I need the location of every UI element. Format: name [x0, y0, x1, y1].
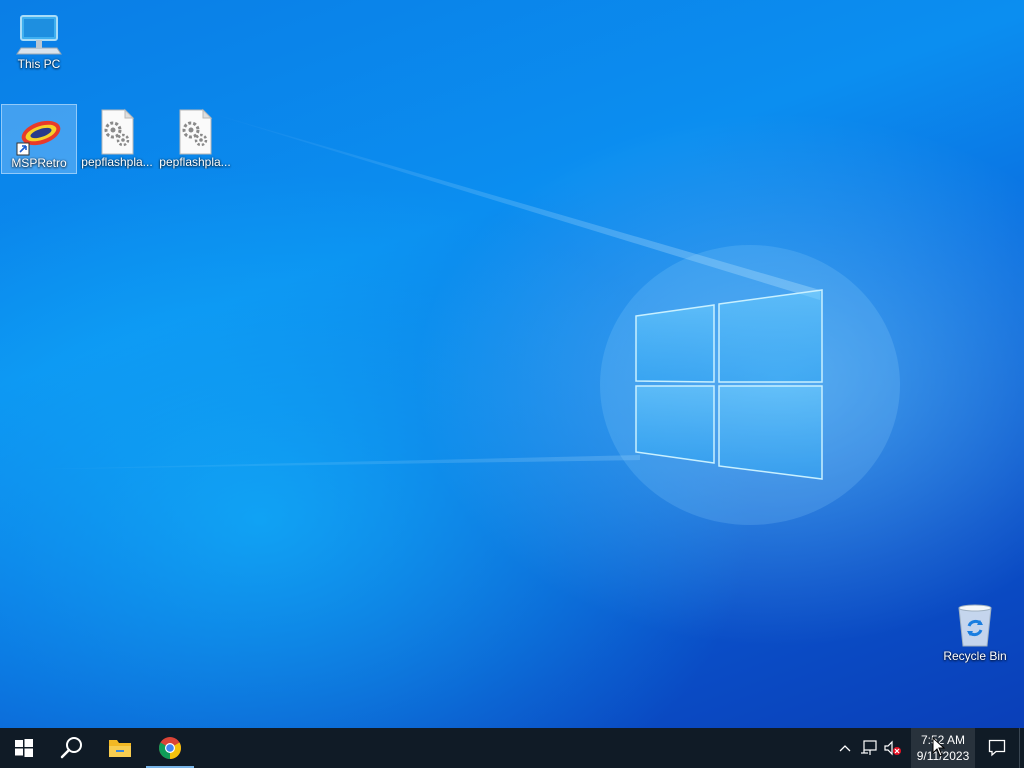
- desktop-icon-label: pepflashpla...: [159, 155, 231, 169]
- search-button[interactable]: [48, 728, 96, 768]
- desktop-icon-label: MSPRetro: [11, 156, 67, 170]
- settings-file-icon: [93, 108, 141, 156]
- action-center-icon: [988, 739, 1006, 757]
- chrome-icon: [159, 737, 181, 759]
- taskbar-app-chrome[interactable]: [146, 728, 194, 768]
- desktop-icon-label: Recycle Bin: [943, 649, 1007, 663]
- desktop-icon-recycle-bin[interactable]: Recycle Bin: [937, 598, 1013, 668]
- search-icon: [60, 737, 82, 759]
- folder-icon: [109, 740, 131, 757]
- action-center-button[interactable]: [975, 728, 1019, 768]
- show-hidden-icons-button[interactable]: [833, 728, 857, 768]
- windows-logo-icon: [15, 739, 33, 757]
- taskbar: 7:52 AM 9/11/2023: [0, 728, 1024, 768]
- desktop-icon-pepflashplayer-2[interactable]: pepflashpla...: [157, 104, 233, 174]
- volume-muted-icon: [884, 740, 901, 756]
- desktop-icon-this-pc[interactable]: This PC: [1, 6, 77, 76]
- desktop-icon-label: pepflashpla...: [81, 155, 153, 169]
- computer-icon: [15, 10, 63, 58]
- desktop-icon-label: This PC: [17, 57, 61, 71]
- settings-file-icon: [171, 108, 219, 156]
- system-tray: 7:52 AM 9/11/2023: [833, 728, 1024, 768]
- show-desktop-button[interactable]: [1019, 728, 1024, 768]
- mouse-cursor-icon: [932, 737, 946, 757]
- recycle-bin-icon: [951, 602, 999, 650]
- volume-button[interactable]: [881, 728, 905, 768]
- desktop-icon-msp-retro[interactable]: MSPRetro: [1, 104, 77, 174]
- taskbar-app-file-explorer[interactable]: [96, 728, 144, 768]
- desktop-icon-pepflashplayer-1[interactable]: pepflashpla...: [79, 104, 155, 174]
- msp-retro-shortcut-icon: [15, 109, 63, 157]
- network-button[interactable]: [857, 728, 881, 768]
- chevron-up-icon: [839, 745, 851, 752]
- start-button[interactable]: [0, 728, 48, 768]
- network-icon: [861, 740, 877, 755]
